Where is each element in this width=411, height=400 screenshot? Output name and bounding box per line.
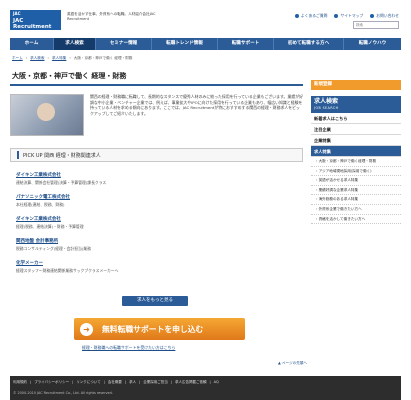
tagline: 英語を活かす仕事、外資系への転職。人材紹介会社JAC Recruitment — [67, 12, 156, 22]
main-content: 大阪・京都・神戸で働く 経理・財務 関西の経理・財務職に転職して、長期的なスタン… — [10, 68, 303, 282]
more-jobs-button[interactable]: 求人をもっと見る — [122, 296, 188, 306]
breadcrumb-job-search[interactable]: 求人検索 — [30, 56, 44, 61]
nav-knowhow[interactable]: 転職ノウハウ — [344, 38, 401, 50]
sidebar-heading: 求人検索 JOB SEARCH — [311, 96, 401, 113]
breadcrumb-feature[interactable]: 求人特集 — [52, 56, 66, 61]
sidebar-subitem[interactable]: 英語が活かせる求人特集 — [311, 176, 401, 186]
footer-links: 利用規約 | プライバシーポリシー | リンクについて | 会社概要 | 求人 | 企業採… — [13, 380, 219, 385]
job-company-link[interactable]: ダイキン工業株式会社 — [16, 216, 303, 222]
feature-photo — [10, 94, 84, 136]
pickup-heading: PICK UP 関西 経理・財務関連求人 — [10, 148, 303, 162]
nav-first-time[interactable]: 初めて転職する方へ — [274, 38, 344, 50]
copyright: © 2000-2010 JAC Recruitment Co., Ltd. Al… — [13, 391, 113, 395]
sidebar: 新規登録 求人検索 JOB SEARCH 新着求人はこちら 注目企業 企業特集 … — [311, 80, 401, 225]
sidebar-subitem[interactable]: 業績好調な企業求人特集 — [311, 186, 401, 196]
footer-link[interactable]: 求人 — [129, 380, 136, 385]
footer-link[interactable]: 企業採用ご担当 — [143, 380, 168, 385]
global-nav: ホーム 求人検索 セミナー情報 転職トレンド情報 転職サポート 初めて転職する方… — [10, 38, 401, 50]
nav-trend[interactable]: 転職トレンド情報 — [152, 38, 218, 50]
footer-link[interactable]: 会社概要 — [108, 380, 122, 385]
sidebar-item-new[interactable]: 新着求人はこちら — [311, 113, 401, 124]
job-description: 経理スタッフ〜財務連結関係業務サックブクラスメーカーへ — [16, 268, 119, 273]
list-item[interactable]: 関西地盤 会計事務所 税務コンサルティング(経理・会計担当)業務 — [16, 238, 303, 252]
job-company-link[interactable]: パナソニック電工株式会社 — [16, 194, 303, 200]
nav-support[interactable]: 転職サポート — [218, 38, 274, 50]
sidebar-item-featured-companies[interactable]: 注目企業 — [311, 124, 401, 135]
breadcrumb: ホーム › 求人検索 › 求人特集 › 大阪・京都・神戸で働く 経理・財務 — [12, 56, 133, 61]
nav-job-search[interactable]: 求人検索 — [54, 38, 96, 50]
list-item[interactable]: ダイキン工業株式会社 連結決算、関係会社管理(決算・予算管理)課長クラス — [16, 172, 303, 186]
job-company-link[interactable]: ダイキン工業株式会社 — [16, 172, 303, 178]
search-input[interactable]: 検索 — [353, 21, 399, 29]
breadcrumb-current: 大阪・京都・神戸で働く 経理・財務 — [73, 56, 133, 60]
sidebar-subitem[interactable]: アジア地域現地採用(採用で働く) — [311, 167, 401, 177]
heading-bar — [17, 151, 19, 159]
apply-sub-link[interactable]: 経理・財務職への転職サポートを受けたい方はこちら — [82, 345, 175, 351]
contact-link[interactable]: お問い合わせ — [370, 13, 399, 19]
register-button[interactable]: 新規登録 — [311, 80, 401, 90]
faq-icon — [294, 14, 299, 18]
job-description: 連結決算、関係会社管理(決算・予算管理)課長クラス — [16, 180, 107, 185]
list-item[interactable]: ダイキン工業株式会社 経理(税務、連結決算)・財務・予算管理 — [16, 216, 303, 230]
sitemap-link[interactable]: サイトマップ — [334, 13, 363, 19]
page-title: 大阪・京都・神戸で働く 経理・財務 — [10, 68, 303, 86]
job-company-link[interactable]: 化学メーカー — [16, 260, 303, 266]
list-item[interactable]: パナソニック電工株式会社 本社経理(連結、税務、財務) — [16, 194, 303, 208]
job-description: 経理(税務、連結決算)・財務・予算管理 — [16, 224, 84, 229]
footer-link[interactable]: リンクについて — [76, 380, 100, 385]
page-top-link[interactable]: ▲ ページの先頭へ — [278, 361, 307, 366]
apply-support-button[interactable]: ➜ 無料転職サポートを申し込む — [74, 318, 245, 340]
arrow-right-icon: ➜ — [80, 322, 93, 336]
sidebar-item-company-feature[interactable]: 企業特集 — [311, 135, 401, 146]
apply-button-label: 無料転職サポートを申し込む — [102, 324, 204, 334]
list-item[interactable]: 化学メーカー 経理スタッフ〜財務連結関係業務サックブクラスメーカーへ — [16, 260, 303, 274]
top-links: よくあるご質問 サイトマップ お問い合わせ — [294, 13, 399, 19]
sidebar-subitem[interactable]: 大阪・京都・神戸で働く経理・財務 — [311, 157, 401, 167]
intro-text: 関西の経理・財務職に転職して、長期的なスタンスで優秀人材のみに絞った採用を行って… — [90, 94, 304, 116]
footer-link[interactable]: AQ — [214, 380, 219, 385]
sitemap-icon — [334, 14, 339, 18]
sidebar-item-job-feature[interactable]: 求人特集 — [311, 146, 401, 157]
faq-link[interactable]: よくあるご質問 — [294, 13, 327, 19]
breadcrumb-home[interactable]: ホーム — [12, 56, 23, 61]
footer-link[interactable]: 求人広告掲載ご依頼 — [175, 380, 207, 385]
job-company-link[interactable]: 関西地盤 会計事務所 — [16, 238, 303, 244]
sidebar-subitem[interactable]: 海外勤務のある求人特集 — [311, 195, 401, 205]
footer-link[interactable]: 利用規約 — [13, 380, 27, 385]
logo-text: JAC Recruitment — [13, 17, 52, 31]
sidebar-subitem[interactable]: 外資系企業で働きたい方へ — [311, 205, 401, 215]
job-description: 税務コンサルティング(経理・会計担当)業務 — [16, 246, 91, 251]
job-list: ダイキン工業株式会社 連結決算、関係会社管理(決算・予算管理)課長クラス パナソ… — [10, 172, 303, 274]
company-logo[interactable]: JAC JAC Recruitment — [10, 10, 61, 30]
nav-home[interactable]: ホーム — [10, 38, 54, 50]
footer-link[interactable]: プライバシーポリシー — [34, 380, 69, 385]
nav-seminar[interactable]: セミナー情報 — [96, 38, 152, 50]
footer: 利用規約 | プライバシーポリシー | リンクについて | 会社概要 | 求人 | 企業採… — [10, 376, 401, 400]
sidebar-subitem[interactable]: 資格を活かして働きたい方へ — [311, 215, 401, 225]
job-description: 本社経理(連結、税務、財務) — [16, 202, 65, 207]
mail-icon — [370, 14, 375, 18]
